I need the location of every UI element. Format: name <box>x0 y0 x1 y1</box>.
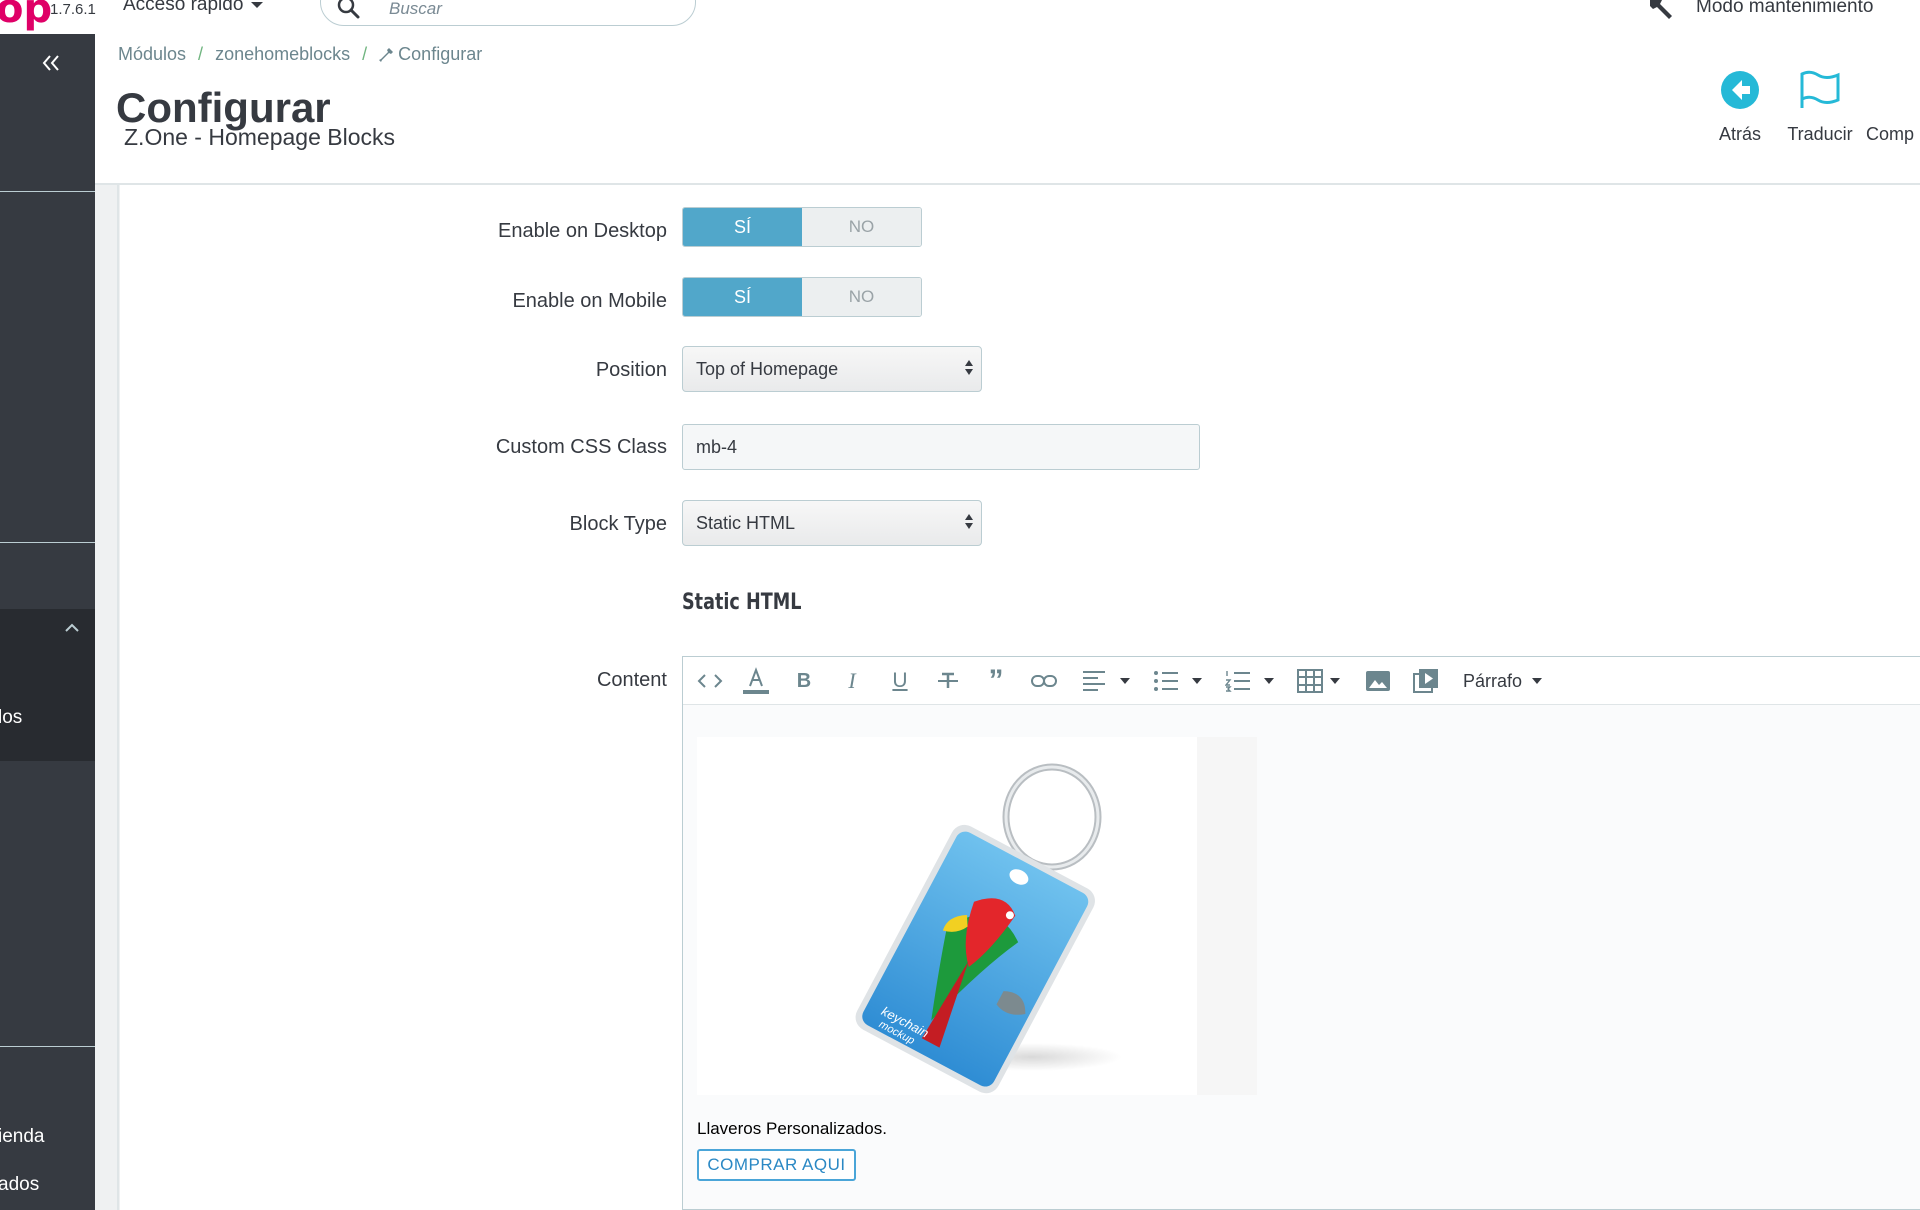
panel-border <box>117 185 119 1210</box>
translate-button[interactable]: Traducir <box>1780 68 1860 145</box>
version-label: 1.7.6.1 <box>50 1 96 18</box>
keychain-illustration: keychain mockup <box>855 763 1122 1094</box>
sidebar-item-store[interactable]: ienda <box>0 1126 45 1148</box>
back-arrow-icon <box>1721 71 1759 109</box>
breadcrumb-separator: / <box>362 44 368 64</box>
block-type-value: Static HTML <box>696 513 796 533</box>
buy-now-button[interactable]: COMPRAR AQUI <box>697 1149 856 1181</box>
media-icon[interactable] <box>1409 657 1443 705</box>
chevron-down-icon <box>251 2 264 8</box>
double-chevron-left-icon <box>42 55 59 71</box>
bullet-list-icon[interactable] <box>1149 657 1183 705</box>
prestashop-logo[interactable]: op <box>0 0 52 32</box>
rich-text-editor[interactable]: B I U ” Párrafo keychain mockup Llaveros… <box>682 656 1920 1210</box>
flag-icon <box>1800 70 1840 108</box>
bold-icon[interactable]: B <box>787 657 821 705</box>
underline-icon[interactable]: U <box>883 657 917 705</box>
table-dropdown[interactable] <box>1325 657 1345 705</box>
sidebar-item-advanced[interactable]: ados <box>0 1174 39 1196</box>
chevron-up-icon <box>65 623 79 632</box>
image-icon[interactable] <box>1361 657 1395 705</box>
sidebar: los ienda ados <box>0 34 95 1210</box>
sidebar-item-modules[interactable]: los <box>0 609 95 761</box>
paragraph-format-label: Párrafo <box>1463 670 1523 691</box>
comp-button[interactable]: Comp <box>1866 68 1920 145</box>
breadcrumb-module[interactable]: zonehomeblocks <box>215 44 350 65</box>
editor-toolbar: B I U ” Párrafo <box>683 657 1920 705</box>
translate-label: Traducir <box>1787 124 1853 144</box>
enable-desktop-switch[interactable]: SÍ NO <box>682 207 922 247</box>
header-divider <box>95 183 1920 185</box>
section-title: Static HTML <box>682 590 802 615</box>
quick-access-label: Acceso rápido <box>123 0 244 15</box>
paragraph-format-dropdown[interactable]: Párrafo <box>1463 657 1543 705</box>
block-type-label: Block Type <box>569 513 667 535</box>
align-dropdown[interactable] <box>1115 657 1135 705</box>
bullet-list-dropdown[interactable] <box>1187 657 1207 705</box>
top-bar: op 1.7.6.1 Acceso rápido Buscar Modo man… <box>0 0 1920 34</box>
strikethrough-icon[interactable] <box>931 657 965 705</box>
content-label: Content <box>596 669 667 691</box>
custom-css-input[interactable]: mb-4 <box>682 424 1200 470</box>
sidebar-collapse-button[interactable] <box>40 52 62 80</box>
position-select[interactable]: Top of Homepage <box>682 346 982 392</box>
page-subtitle: Z.One - Homepage Blocks <box>124 124 396 150</box>
back-button[interactable]: Atrás <box>1700 68 1780 145</box>
enable-desktop-no[interactable]: NO <box>802 208 921 246</box>
quick-access-dropdown[interactable]: Acceso rápido <box>123 0 264 16</box>
block-type-select[interactable]: Static HTML <box>682 500 982 546</box>
numbered-list-dropdown[interactable] <box>1259 657 1279 705</box>
sidebar-divider <box>0 191 95 192</box>
numbered-list-icon[interactable] <box>1221 657 1255 705</box>
search-icon[interactable] <box>336 0 362 21</box>
enable-mobile-yes[interactable]: SÍ <box>683 278 802 316</box>
blockquote-icon[interactable]: ” <box>979 657 1013 705</box>
breadcrumb-modules[interactable]: Módulos <box>118 44 186 65</box>
code-icon[interactable] <box>693 657 727 705</box>
maintenance-mode-label: Modo mantenimiento <box>1696 0 1874 17</box>
search-input[interactable]: Buscar <box>320 0 696 26</box>
italic-icon[interactable]: I <box>835 657 869 705</box>
wrench-icon <box>379 47 394 62</box>
enable-desktop-label: Enable on Desktop <box>497 220 667 242</box>
keychain-image[interactable]: keychain mockup <box>697 737 1257 1095</box>
breadcrumb-current: Configurar <box>398 44 483 64</box>
sidebar-item-label: los <box>0 707 23 728</box>
align-icon[interactable] <box>1077 657 1111 705</box>
sidebar-divider <box>0 542 95 543</box>
text-color-icon[interactable] <box>739 657 773 705</box>
position-label: Position <box>595 359 667 381</box>
custom-css-label: Custom CSS Class <box>495 436 667 458</box>
search-placeholder: Buscar <box>389 0 442 18</box>
position-value: Top of Homepage <box>696 359 839 379</box>
breadcrumb: Módulos / zonehomeblocks / Configurar <box>118 44 482 65</box>
select-arrows-icon <box>965 360 973 375</box>
enable-desktop-yes[interactable]: SÍ <box>683 208 802 246</box>
link-icon[interactable] <box>1027 657 1061 705</box>
header-toolbar: Atrás Traducir Comp <box>1700 68 1920 145</box>
editor-body-text[interactable]: Llaveros Personalizados. <box>697 1119 887 1139</box>
comp-label: Comp <box>1866 124 1915 144</box>
back-label: Atrás <box>1718 124 1761 144</box>
chevron-down-icon <box>1532 678 1543 684</box>
maintenance-mode-link[interactable]: Modo mantenimiento <box>1650 0 1873 20</box>
enable-mobile-no[interactable]: NO <box>802 278 921 316</box>
sidebar-divider <box>0 1046 95 1047</box>
table-icon[interactable] <box>1293 657 1327 705</box>
breadcrumb-separator: / <box>198 44 204 64</box>
enable-mobile-label: Enable on Mobile <box>512 290 667 312</box>
enable-mobile-switch[interactable]: SÍ NO <box>682 277 922 317</box>
select-arrows-icon <box>965 514 973 529</box>
wrench-icon <box>1650 0 1672 19</box>
